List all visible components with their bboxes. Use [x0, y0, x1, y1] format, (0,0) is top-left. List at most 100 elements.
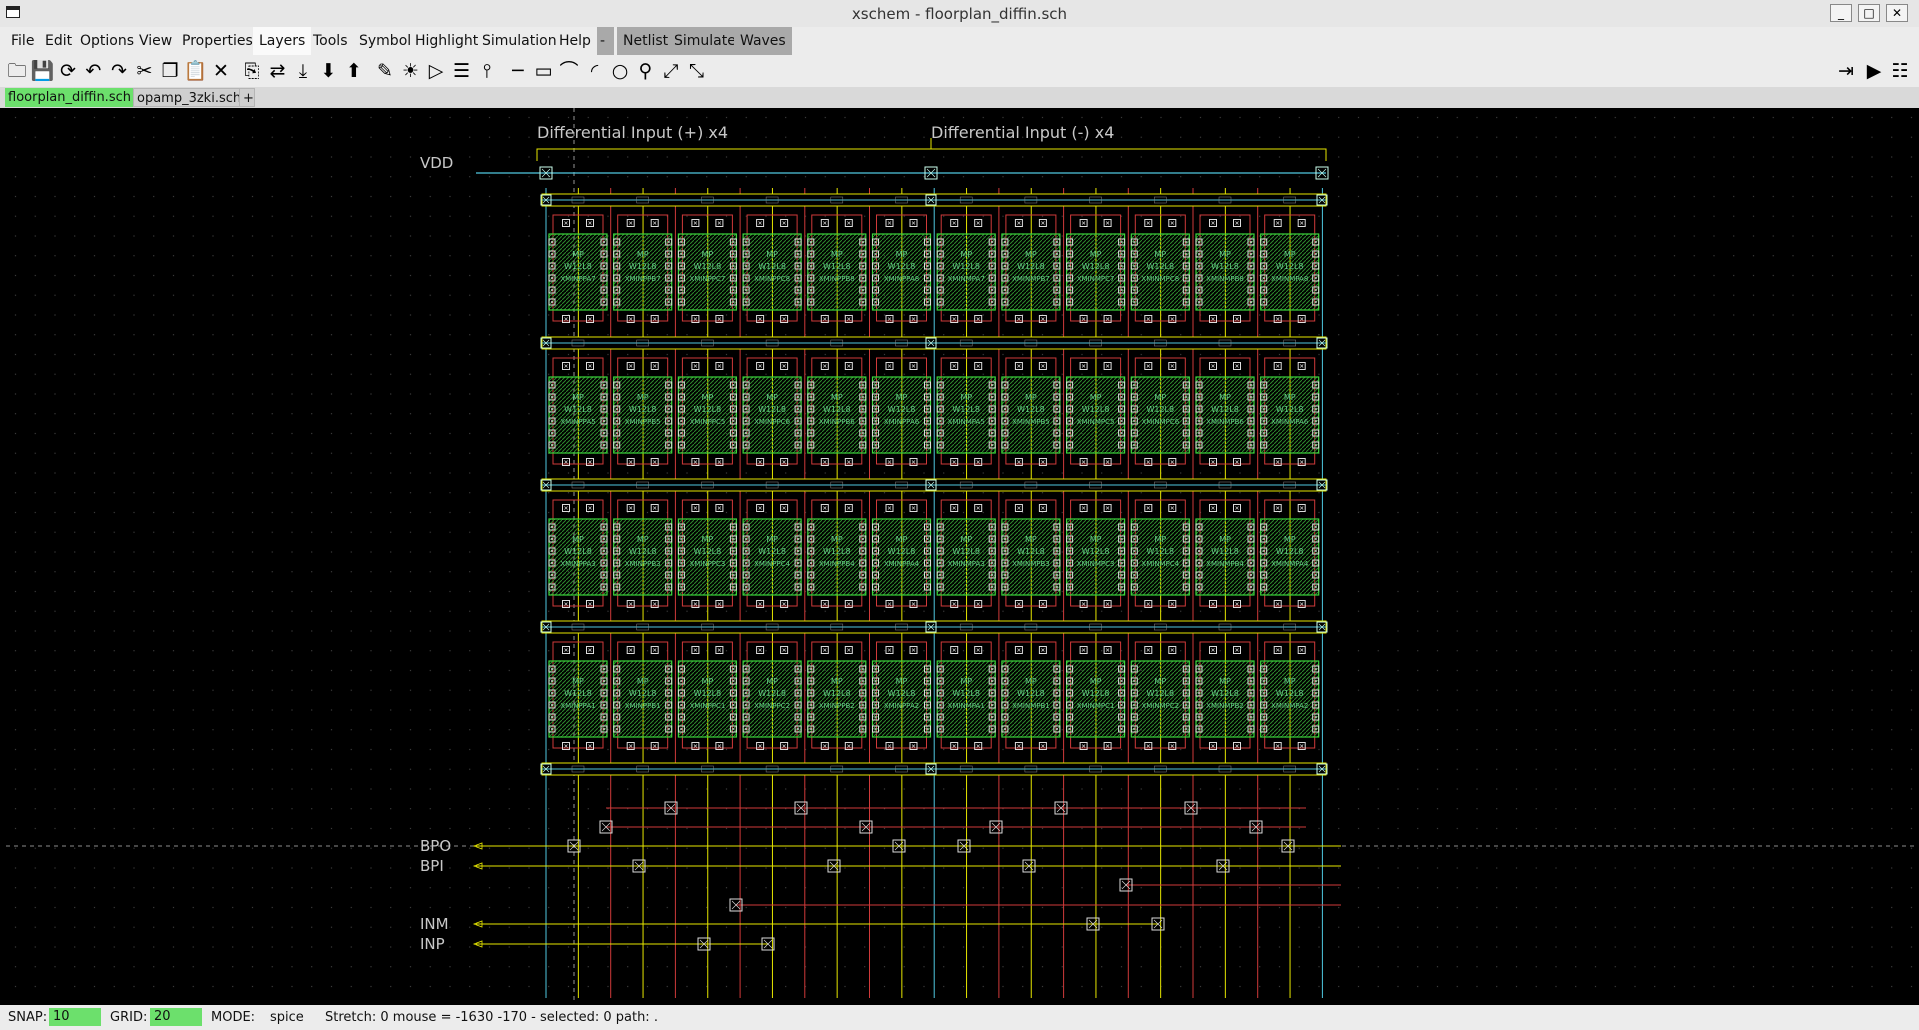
tab-floorplan-diffin[interactable]: floorplan_diffin.sch: [5, 88, 134, 107]
label-icon[interactable]: ☰: [450, 59, 474, 83]
device-name-3-4: XMINPPB2: [819, 702, 855, 710]
poly-icon[interactable]: ⌒: [557, 59, 581, 83]
menu-edit[interactable]: Edit: [39, 27, 78, 55]
device-size-0-7: W12L8: [1017, 262, 1045, 271]
menu-help[interactable]: Help: [553, 27, 597, 55]
snap-field[interactable]: 10: [49, 1008, 101, 1026]
menu-simulate[interactable]: Simulate: [668, 27, 742, 55]
menu-properties[interactable]: Properties: [176, 27, 259, 55]
device-type-3-1: MP: [637, 677, 649, 686]
push-icon[interactable]: ⤓: [291, 59, 315, 83]
swap-icon[interactable]: ⇄: [266, 59, 290, 83]
device-size-2-4: W12L8: [823, 547, 851, 556]
waves-icon[interactable]: ☷: [1888, 59, 1912, 83]
circle-icon[interactable]: ○: [608, 59, 632, 83]
device-name-3-6: XMINMPA1: [948, 702, 985, 710]
probe-icon[interactable]: ⫯: [475, 59, 499, 83]
menu-simulation[interactable]: Simulation: [476, 27, 563, 55]
device-name-0-5: XMINPPA8: [884, 275, 919, 283]
menu-tools[interactable]: Tools: [307, 27, 354, 55]
device-body-2-5: [871, 518, 932, 596]
device-name-3-2: XMINPPC1: [689, 702, 725, 710]
device-size-3-9: W12L8: [1146, 689, 1174, 698]
device-type-2-0: MP: [572, 535, 584, 544]
device-body-1-8: [1065, 376, 1126, 454]
wire-icon[interactable]: ✎: [373, 59, 397, 83]
device-body-3-5: [871, 660, 932, 738]
device-size-3-8: W12L8: [1082, 689, 1110, 698]
zoom-icon[interactable]: ⚲: [634, 59, 658, 83]
device-name-0-1: XMINPPB7: [625, 275, 661, 283]
cut-icon[interactable]: ✂: [133, 59, 157, 83]
schematic-canvas[interactable]: Differential Input (+) x4 Differential In…: [6, 108, 1914, 1004]
device-name-1-9: XMINMPC6: [1141, 418, 1179, 426]
header-diff-input-plus: Differential Input (+) x4: [537, 123, 728, 142]
device-size-2-5: W12L8: [888, 547, 916, 556]
zoom-full-icon[interactable]: ⤡: [685, 59, 709, 83]
line-icon[interactable]: ─: [506, 59, 530, 83]
copy-icon[interactable]: ❐: [158, 59, 182, 83]
netlist-icon[interactable]: ⇥: [1834, 59, 1858, 83]
reload-icon[interactable]: ⟳: [56, 59, 80, 83]
tab-bar: floorplan_diffin.sch opamp_3zki.sch +: [0, 87, 1919, 108]
device-name-0-8: XMINMPC7: [1077, 275, 1115, 283]
menu-symbol[interactable]: Symbol: [353, 27, 417, 55]
open-icon[interactable]: 🗀: [5, 59, 29, 83]
menu-options[interactable]: Options: [74, 27, 140, 55]
header-diff-input-minus: Differential Input (-) x4: [931, 123, 1114, 142]
simulate-icon[interactable]: ▶: [1862, 59, 1886, 83]
rect-icon[interactable]: ▭: [532, 59, 556, 83]
device-type-0-6: MP: [960, 250, 972, 259]
maximize-icon[interactable]: □: [1858, 4, 1880, 22]
menu-netlist[interactable]: Netlist: [617, 27, 675, 55]
device-size-3-6: W12L8: [952, 689, 980, 698]
pin-label-bpi: BPI: [420, 857, 444, 875]
device-body-2-8: [1065, 518, 1126, 596]
device-size-2-10: W12L8: [1211, 547, 1239, 556]
grid-field[interactable]: 20: [150, 1008, 202, 1026]
device-body-1-9: [1130, 376, 1190, 454]
ascend-icon[interactable]: ⬆: [342, 59, 366, 83]
menu-separator: -: [597, 27, 614, 55]
device-type-1-6: MP: [960, 393, 972, 402]
device-name-3-9: XMINMPC2: [1141, 702, 1179, 710]
device-type-3-2: MP: [702, 677, 714, 686]
redo-icon[interactable]: ↷: [107, 59, 131, 83]
paste-icon[interactable]: 📋: [184, 59, 208, 83]
net-highlight-icon[interactable]: ☀: [399, 59, 423, 83]
zoom-in-icon[interactable]: ⤢: [659, 59, 683, 83]
device-size-2-8: W12L8: [1082, 547, 1110, 556]
close-icon[interactable]: ✕: [1886, 4, 1908, 22]
device-body-3-11: [1260, 660, 1320, 738]
device-type-2-2: MP: [702, 535, 714, 544]
menu-waves[interactable]: Waves: [734, 27, 792, 55]
save-icon[interactable]: 💾: [31, 59, 55, 83]
device-type-2-9: MP: [1154, 535, 1166, 544]
menu-layers[interactable]: Layers: [253, 27, 312, 55]
arc-icon[interactable]: ◜: [583, 59, 607, 83]
device-type-1-8: MP: [1090, 393, 1102, 402]
menu-highlight[interactable]: Highlight: [409, 27, 484, 55]
device-type-2-4: MP: [831, 535, 843, 544]
insert-symbol-icon[interactable]: ⎘: [240, 59, 264, 83]
descend-icon[interactable]: ⬇: [317, 59, 341, 83]
device-body-1-3: [742, 376, 802, 454]
device-body-0-2: [677, 233, 738, 311]
undo-icon[interactable]: ↶: [82, 59, 106, 83]
device-type-2-8: MP: [1090, 535, 1102, 544]
device-name-0-10: XMINMPB8: [1206, 275, 1244, 283]
menu-view[interactable]: View: [133, 27, 178, 55]
new-tab-button[interactable]: +: [239, 88, 255, 107]
tab-opamp-3zki[interactable]: opamp_3zki.sch: [133, 88, 246, 107]
device-size-0-2: W12L8: [694, 262, 722, 271]
delete-icon[interactable]: ✕: [209, 59, 233, 83]
menu-file[interactable]: File: [5, 27, 40, 55]
device-name-2-11: XMINMPA4: [1271, 560, 1309, 568]
minimize-icon[interactable]: _: [1830, 4, 1852, 22]
device-body-1-0: [548, 376, 608, 454]
device-name-2-8: XMINMPC3: [1077, 560, 1115, 568]
device-body-2-9: [1130, 518, 1190, 596]
device-size-3-7: W12L8: [1017, 689, 1045, 698]
pin-icon[interactable]: ▷: [424, 59, 448, 83]
device-body-2-3: [742, 518, 802, 596]
